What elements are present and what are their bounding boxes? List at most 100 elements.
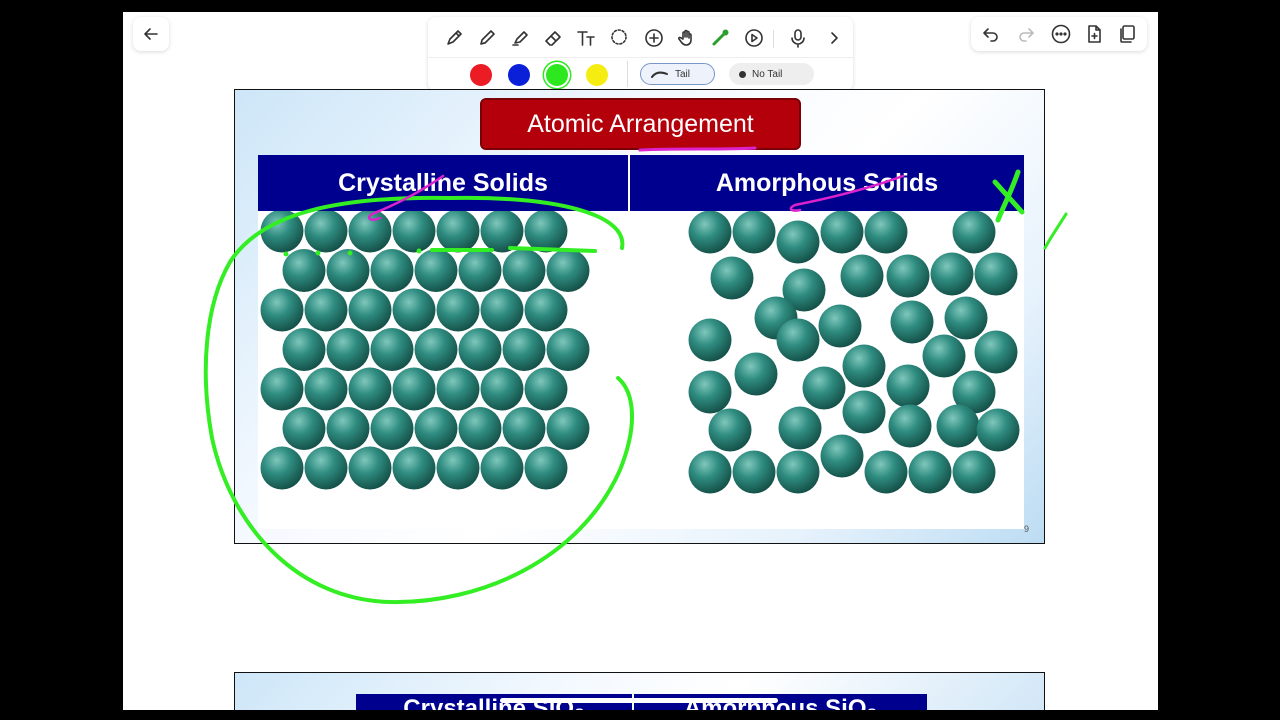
crystal-atom (326, 407, 370, 450)
amorphous-atom (802, 366, 846, 410)
crystal-atom (480, 446, 524, 490)
crystal-atom (546, 328, 590, 371)
toolbar-row-divider (428, 57, 853, 58)
amorphous-atom (922, 334, 966, 378)
amorphous-atom (734, 352, 778, 396)
amorphous-atom (776, 450, 820, 494)
color-swatch-red[interactable] (470, 64, 492, 86)
dot-icon (739, 70, 746, 78)
undo-icon[interactable] (978, 21, 1004, 47)
add-page-icon[interactable] (1081, 21, 1107, 47)
crystal-atom (260, 209, 304, 253)
lasso-icon[interactable] (606, 25, 632, 51)
play-icon[interactable] (741, 25, 767, 51)
amorphous-atom (820, 210, 864, 254)
color-swatch-blue[interactable] (508, 64, 530, 86)
amorphous-atom (776, 220, 820, 264)
color-swatch-green[interactable] (546, 64, 568, 86)
crystal-atom (524, 209, 568, 253)
pencil-icon[interactable] (474, 25, 500, 51)
crystal-atom (502, 407, 546, 450)
amorphous-atom (688, 370, 732, 414)
crystal-atom (370, 328, 414, 371)
amorphous-atom (888, 404, 932, 448)
shape-add-icon[interactable] (641, 25, 667, 51)
amorphous-atom (974, 330, 1018, 374)
slide-number: 9 (1023, 524, 1029, 534)
crystal-atom (260, 446, 304, 490)
amorphous-atom (818, 304, 862, 348)
hand-icon[interactable] (674, 25, 700, 51)
redo-icon[interactable] (1013, 21, 1039, 47)
crystal-atom (524, 288, 568, 332)
crystal-atom (348, 209, 392, 253)
amorphous-atom (688, 450, 732, 494)
amorphous-atom (886, 254, 930, 298)
more-icon[interactable] (1048, 21, 1074, 47)
crystal-atom (304, 446, 348, 490)
chevron-right-icon[interactable] (821, 25, 847, 51)
amorphous-atom (842, 344, 886, 388)
microphone-icon[interactable] (785, 25, 811, 51)
amorphous-atom (840, 254, 884, 298)
pen-icon[interactable] (441, 25, 467, 51)
amorphous-structure (688, 210, 1020, 494)
no-tail-button[interactable]: No Tail (729, 63, 814, 85)
crystalline-header: Crystalline Solids (258, 155, 628, 211)
tail-stroke-icon (651, 71, 668, 78)
crystal-atom (502, 249, 546, 292)
color-swatch-yellow[interactable] (586, 64, 608, 86)
back-button[interactable] (133, 17, 169, 51)
amorphous-atom (864, 210, 908, 254)
amorphous-atom (864, 450, 908, 494)
crystal-atom (524, 367, 568, 411)
amorphous-atom (952, 450, 996, 494)
amorphous-atom (930, 252, 974, 296)
home-indicator (500, 698, 778, 703)
crystal-atom (480, 367, 524, 411)
crystal-atom (370, 249, 414, 292)
crystal-atom (348, 367, 392, 411)
amorphous-atom (890, 300, 934, 344)
amorphous-atom (842, 390, 886, 434)
crystal-atom (348, 446, 392, 490)
crystal-atom (282, 328, 326, 371)
back-arrow-icon (138, 21, 164, 47)
crystal-atom (524, 446, 568, 490)
eraser-icon[interactable] (540, 25, 566, 51)
atom-illustration (258, 209, 1024, 529)
slide-sio2: Crystalline SiO₂ Amorphous SiO₂ (234, 672, 1045, 710)
crystal-atom (436, 446, 480, 490)
toolbar-divider (627, 61, 628, 87)
crystal-atom (480, 288, 524, 332)
amorphous-atom (886, 364, 930, 408)
crystal-atom (458, 407, 502, 450)
laser-pointer-icon[interactable] (707, 25, 733, 51)
amorphous-atom (908, 450, 952, 494)
toolbar-divider (773, 30, 774, 48)
crystal-atom (392, 367, 436, 411)
crystal-atom (392, 209, 436, 253)
amorphous-atom (778, 406, 822, 450)
slide-atomic-arrangement: Atomic Arrangement Crystalline Solids Am… (234, 89, 1045, 544)
amorphous-atom (688, 318, 732, 362)
crystal-atom (502, 328, 546, 371)
document-page: Tail No Tail Atomic Arrangement Crystall… (123, 12, 1158, 710)
pages-icon[interactable] (1114, 21, 1140, 47)
crystal-atom (546, 407, 590, 450)
crystal-atom (348, 288, 392, 332)
amorphous-atom (732, 210, 776, 254)
crystal-atom (260, 288, 304, 332)
document-actions (971, 17, 1147, 51)
crystal-atom (546, 249, 590, 292)
crystal-atom (414, 328, 458, 371)
tail-button[interactable]: Tail (640, 63, 715, 85)
amorphous-atom (710, 256, 754, 300)
text-tool-icon[interactable] (573, 25, 599, 51)
highlighter-icon[interactable] (507, 25, 533, 51)
crystal-atom (414, 249, 458, 292)
crystal-atom (436, 288, 480, 332)
crystal-atom (392, 288, 436, 332)
amorphous-atom (944, 296, 988, 340)
atom-diagram (260, 209, 1020, 494)
